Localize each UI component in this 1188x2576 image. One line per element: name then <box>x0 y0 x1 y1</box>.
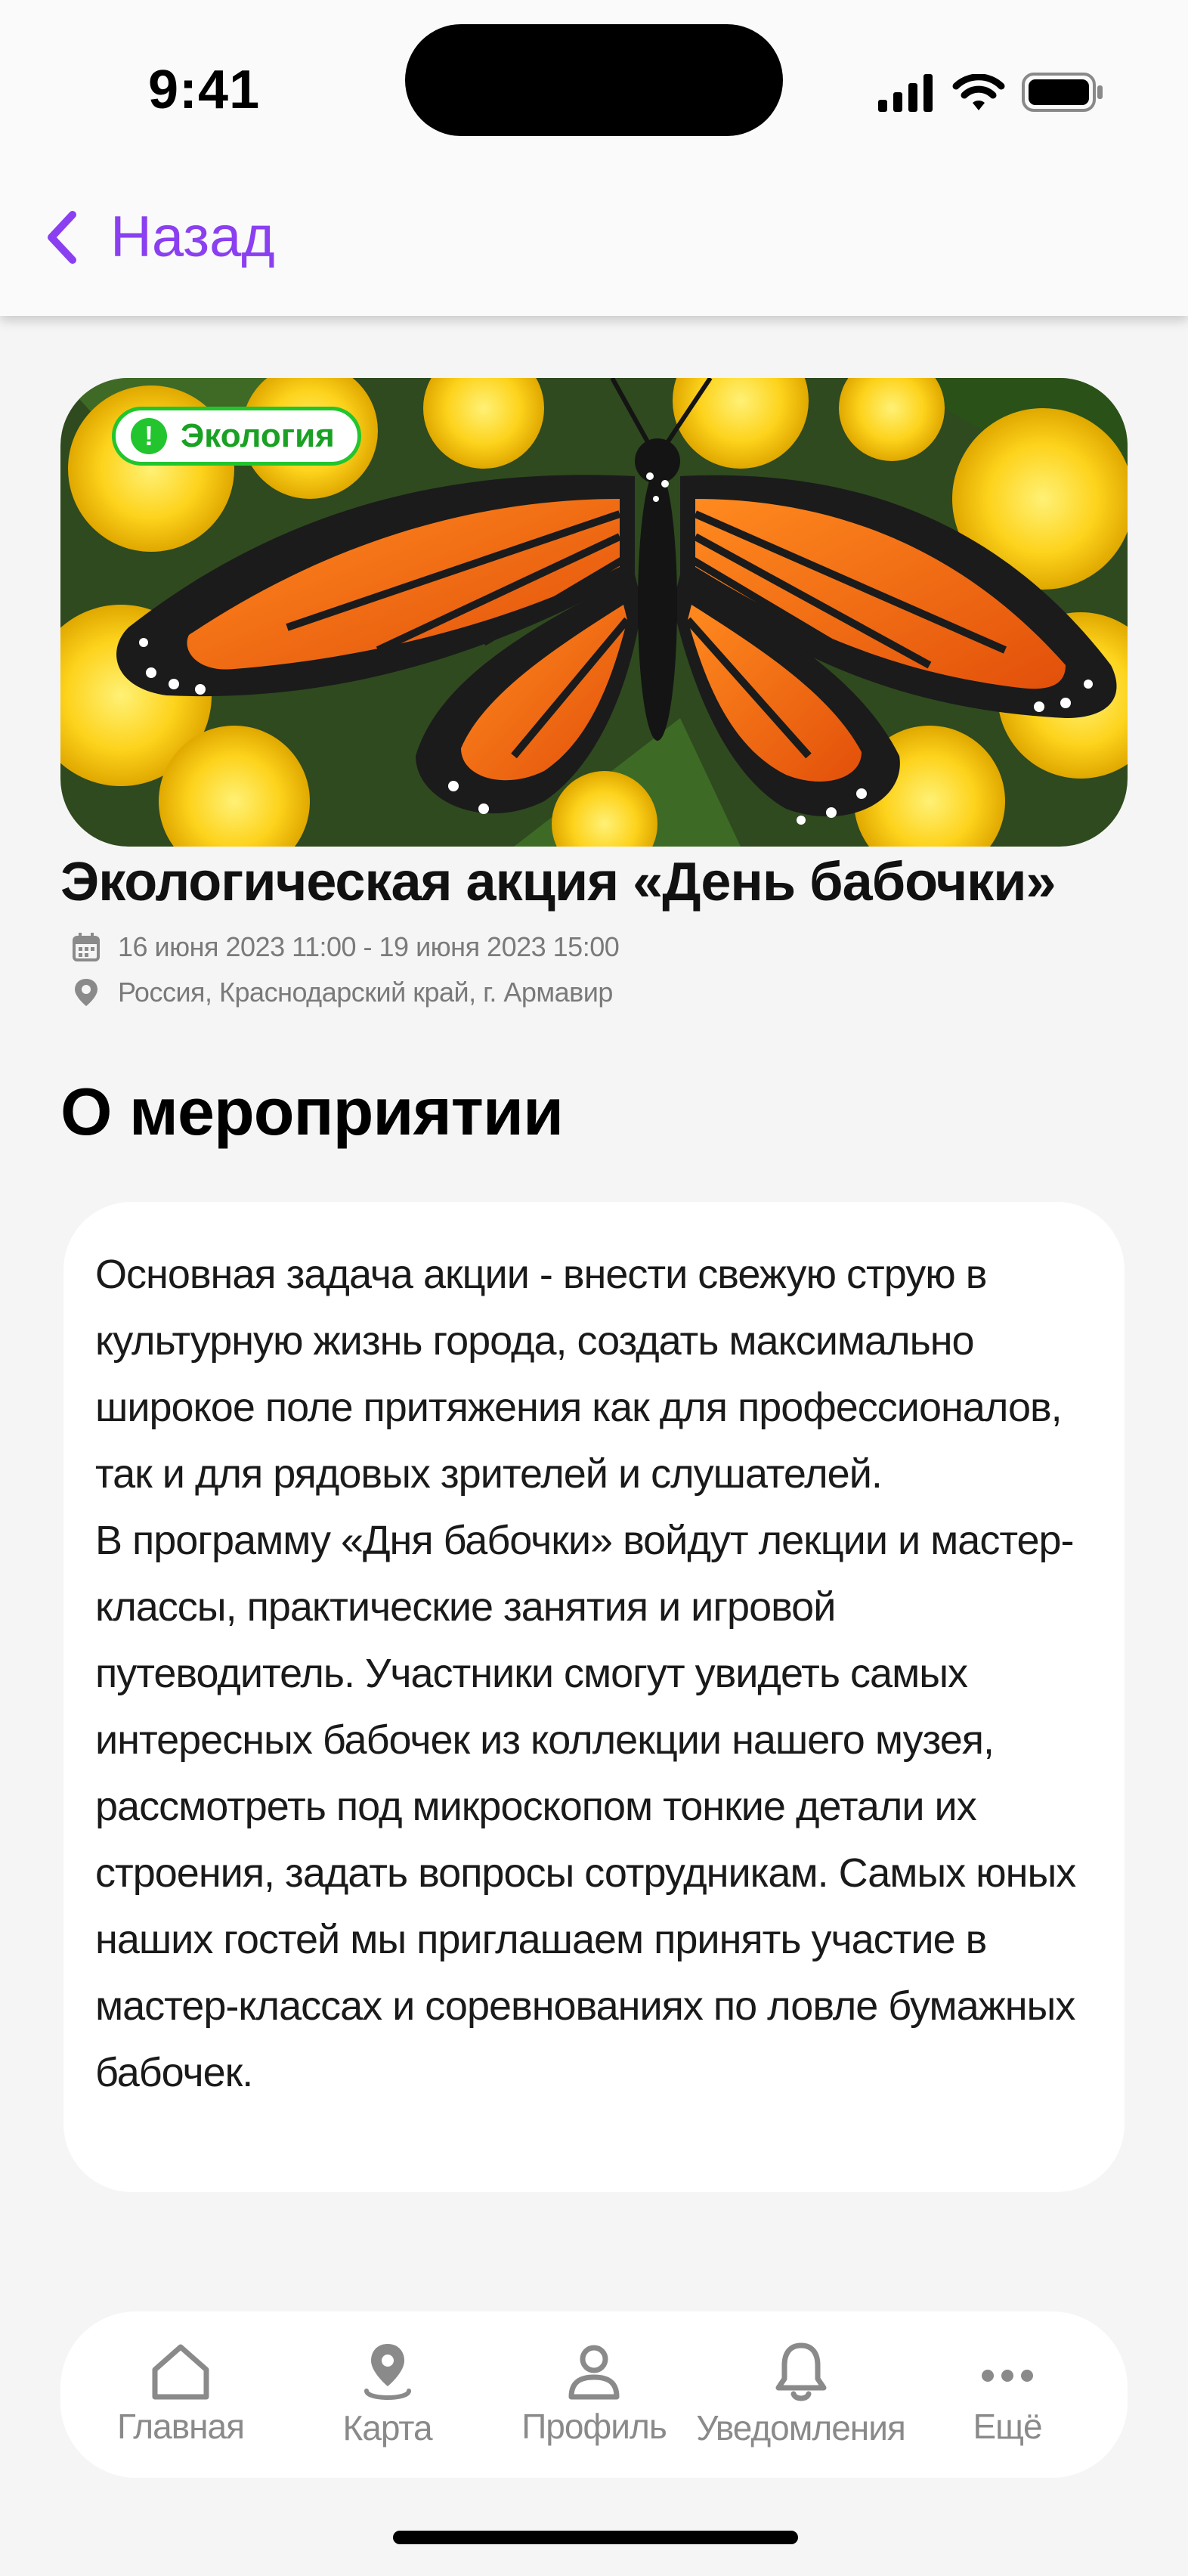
user-icon <box>568 2345 620 2400</box>
about-heading: О мероприятии <box>60 1074 564 1149</box>
location-pin-icon <box>75 979 97 1006</box>
tab-home[interactable]: Главная <box>79 2342 283 2447</box>
more-dots-icon <box>982 2370 1033 2382</box>
tab-map-label: Карта <box>342 2408 432 2448</box>
home-icon <box>152 2344 209 2400</box>
bottom-tab-bar: Главная Карта Профиль Уведомления Ещё <box>60 2311 1128 2478</box>
tab-profile-label: Профиль <box>521 2407 667 2446</box>
header: 9:41 Назад <box>0 0 1188 316</box>
event-date-row: 16 июня 2023 11:00 - 19 июня 2023 15:00 <box>73 931 620 963</box>
wifi-icon <box>952 74 1005 110</box>
tab-map[interactable]: Карта <box>286 2341 490 2448</box>
status-icons <box>878 67 1105 112</box>
map-pin-icon <box>364 2344 411 2400</box>
about-text: Основная задача акции - внести свежую ст… <box>95 1241 1091 2106</box>
tab-home-label: Главная <box>116 2407 245 2446</box>
about-card: Основная задача акции - внести свежую ст… <box>63 1202 1125 2192</box>
tab-notifications[interactable]: Уведомления <box>696 2341 906 2448</box>
back-label: Назад <box>110 205 275 269</box>
battery-icon <box>1022 73 1103 112</box>
tab-more[interactable]: Ещё <box>905 2342 1109 2447</box>
bell-icon <box>775 2342 826 2401</box>
calendar-icon <box>73 933 100 961</box>
tab-more-label: Ещё <box>973 2407 1042 2446</box>
category-badge: ! Экология <box>112 407 361 466</box>
back-button[interactable]: Назад <box>42 204 275 270</box>
category-label: Экология <box>181 417 335 454</box>
about-paragraph: Основная задача акции - внести свежую ст… <box>95 1252 1063 1497</box>
event-date: 16 июня 2023 11:00 - 19 июня 2023 15:00 <box>118 931 620 962</box>
exclamation-icon: ! <box>131 418 167 454</box>
home-indicator <box>393 2531 798 2544</box>
about-paragraph: В программу «Дня бабочки» войдут лекции … <box>95 1518 1076 2095</box>
chevron-left-icon <box>48 210 76 264</box>
tab-notifications-label: Уведомления <box>696 2408 906 2448</box>
event-location-row: Россия, Краснодарский край, г. Армавир <box>73 977 613 1008</box>
event-image: ! Экология <box>60 378 1128 847</box>
cellular-signal-icon <box>878 74 933 112</box>
status-time: 9:41 <box>148 60 261 120</box>
dynamic-island <box>405 24 783 136</box>
event-title: Экологическая акция «День бабочки» <box>60 852 1057 912</box>
tab-profile[interactable]: Профиль <box>492 2342 696 2447</box>
event-location: Россия, Краснодарский край, г. Армавир <box>118 977 613 1008</box>
